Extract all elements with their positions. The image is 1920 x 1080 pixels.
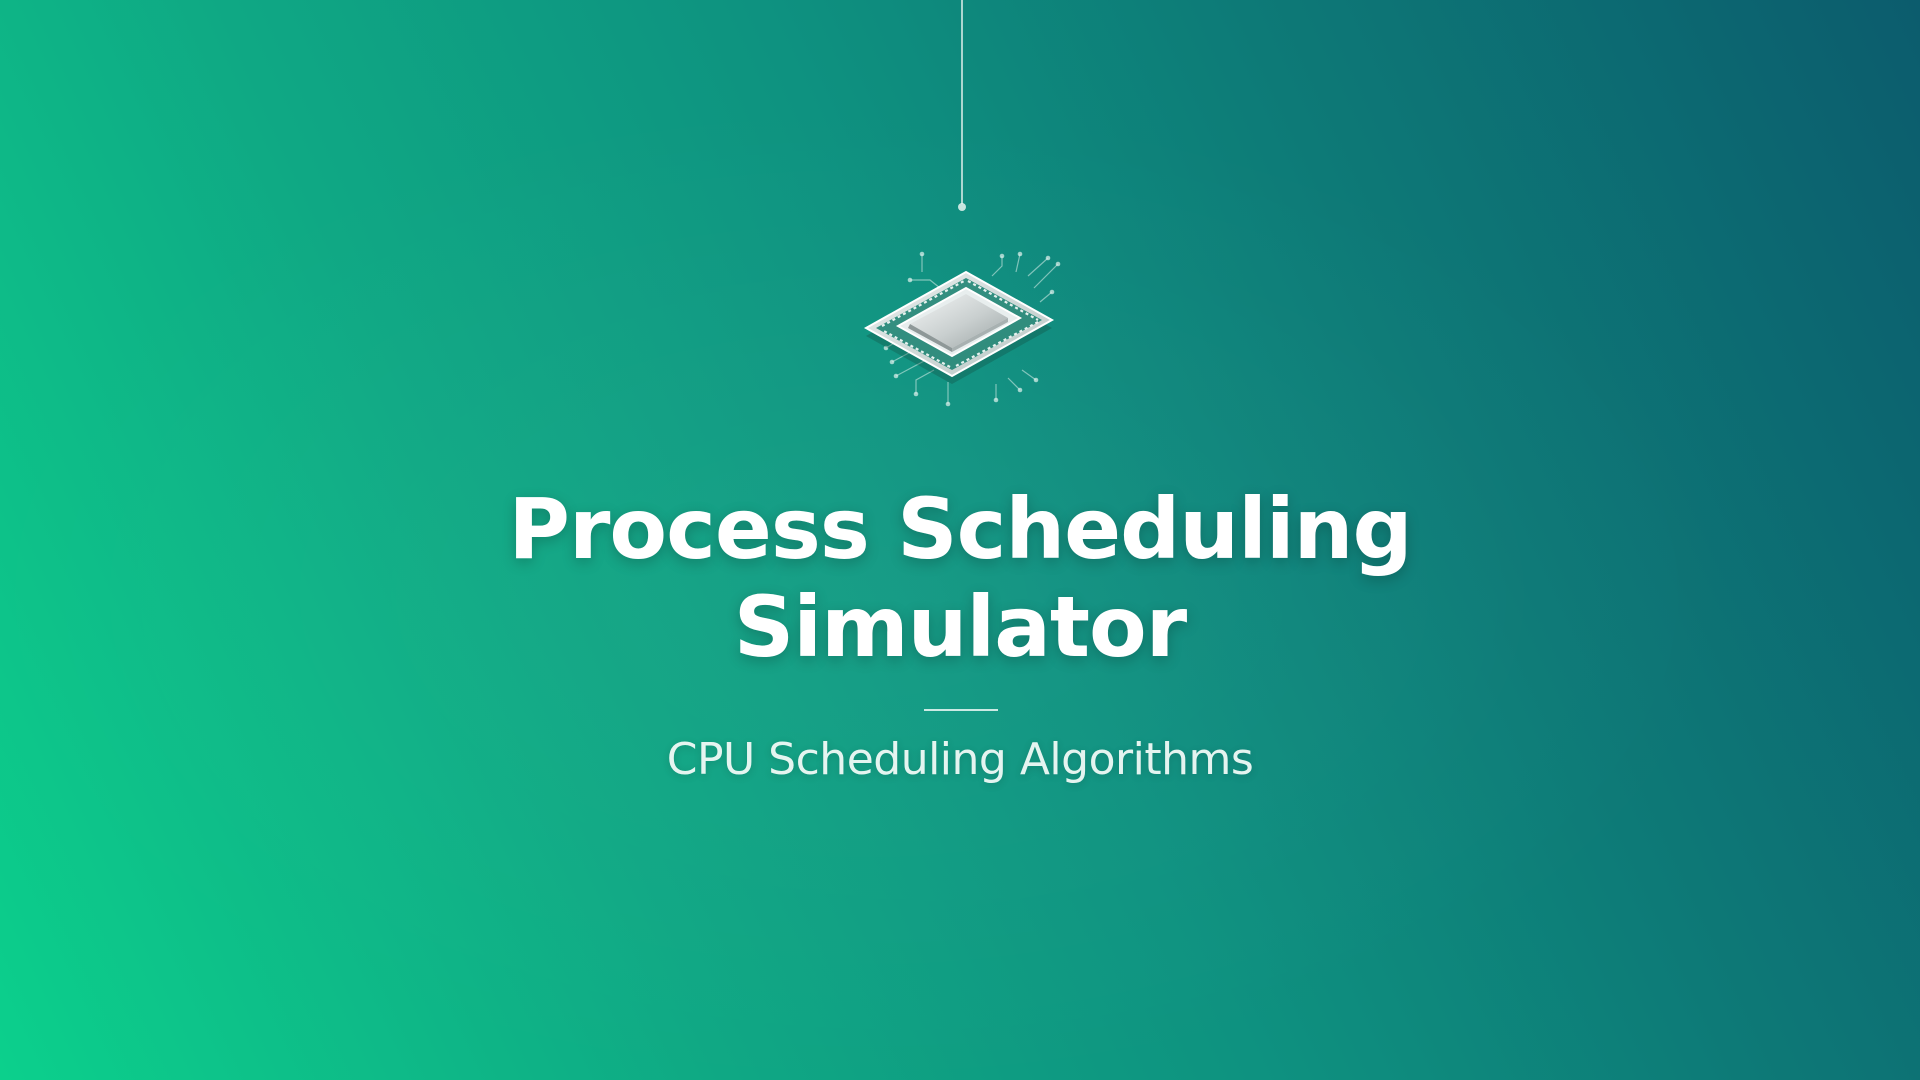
hanging-line-end-dot: [958, 203, 966, 211]
title-line-2: Simulator: [733, 578, 1187, 676]
hanging-line: [961, 0, 963, 204]
cpu-chip-icon: [863, 251, 1061, 407]
title-line-1: Process Scheduling: [508, 480, 1412, 578]
title-divider: [924, 709, 998, 711]
subtitle: CPU Scheduling Algorithms: [666, 734, 1254, 785]
page-title: Process Scheduling Simulator: [0, 480, 1920, 676]
